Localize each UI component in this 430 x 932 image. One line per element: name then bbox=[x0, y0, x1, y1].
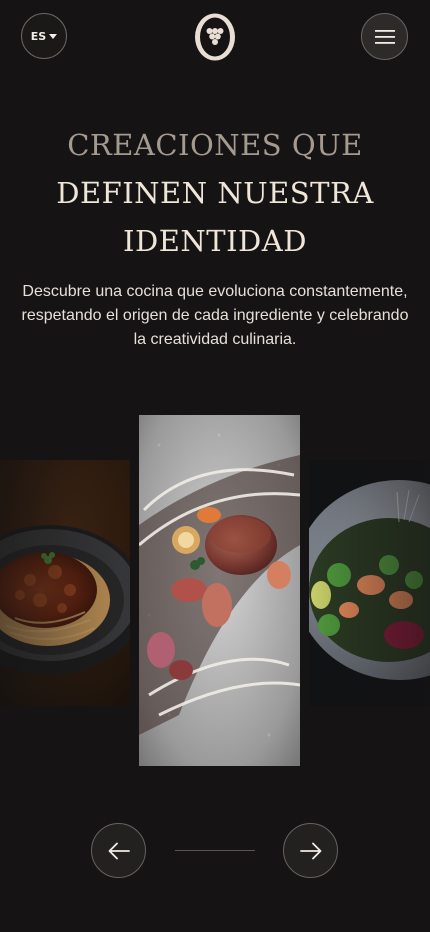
carousel-slide-next[interactable] bbox=[309, 460, 430, 706]
page-title: CREACIONES QUE DEFINEN NUESTRA IDENTIDAD bbox=[0, 121, 430, 265]
carousel-slide-previous[interactable] bbox=[0, 460, 130, 706]
title-line-2: DEFINEN NUESTRA bbox=[56, 176, 374, 210]
language-selector-button[interactable]: ES bbox=[21, 13, 67, 59]
poke-bowl-image bbox=[309, 460, 430, 706]
page: ES CREACIONES QUE DEFINEN NUESTRA IDENTI… bbox=[0, 0, 430, 932]
carousel-slide-active[interactable] bbox=[139, 415, 300, 766]
previous-slide-button[interactable] bbox=[91, 823, 146, 878]
grape-cluster-logo[interactable] bbox=[193, 12, 237, 62]
hamburger-menu-icon bbox=[374, 29, 395, 44]
language-label: ES bbox=[30, 29, 47, 43]
arrow-right-icon bbox=[299, 842, 321, 859]
arrow-left-icon bbox=[108, 842, 130, 859]
carousel-progress-line bbox=[175, 850, 255, 851]
title-line-1: CREACIONES QUE bbox=[67, 128, 363, 162]
menu-button[interactable] bbox=[361, 13, 408, 60]
hero-description: Descubre una cocina que evoluciona const… bbox=[21, 283, 409, 348]
pasta-dish-image bbox=[0, 460, 130, 706]
next-slide-button[interactable] bbox=[283, 823, 338, 878]
caret-down-icon bbox=[49, 33, 58, 39]
title-line-3: IDENTIDAD bbox=[123, 224, 307, 258]
meat-dish-image bbox=[139, 415, 300, 766]
